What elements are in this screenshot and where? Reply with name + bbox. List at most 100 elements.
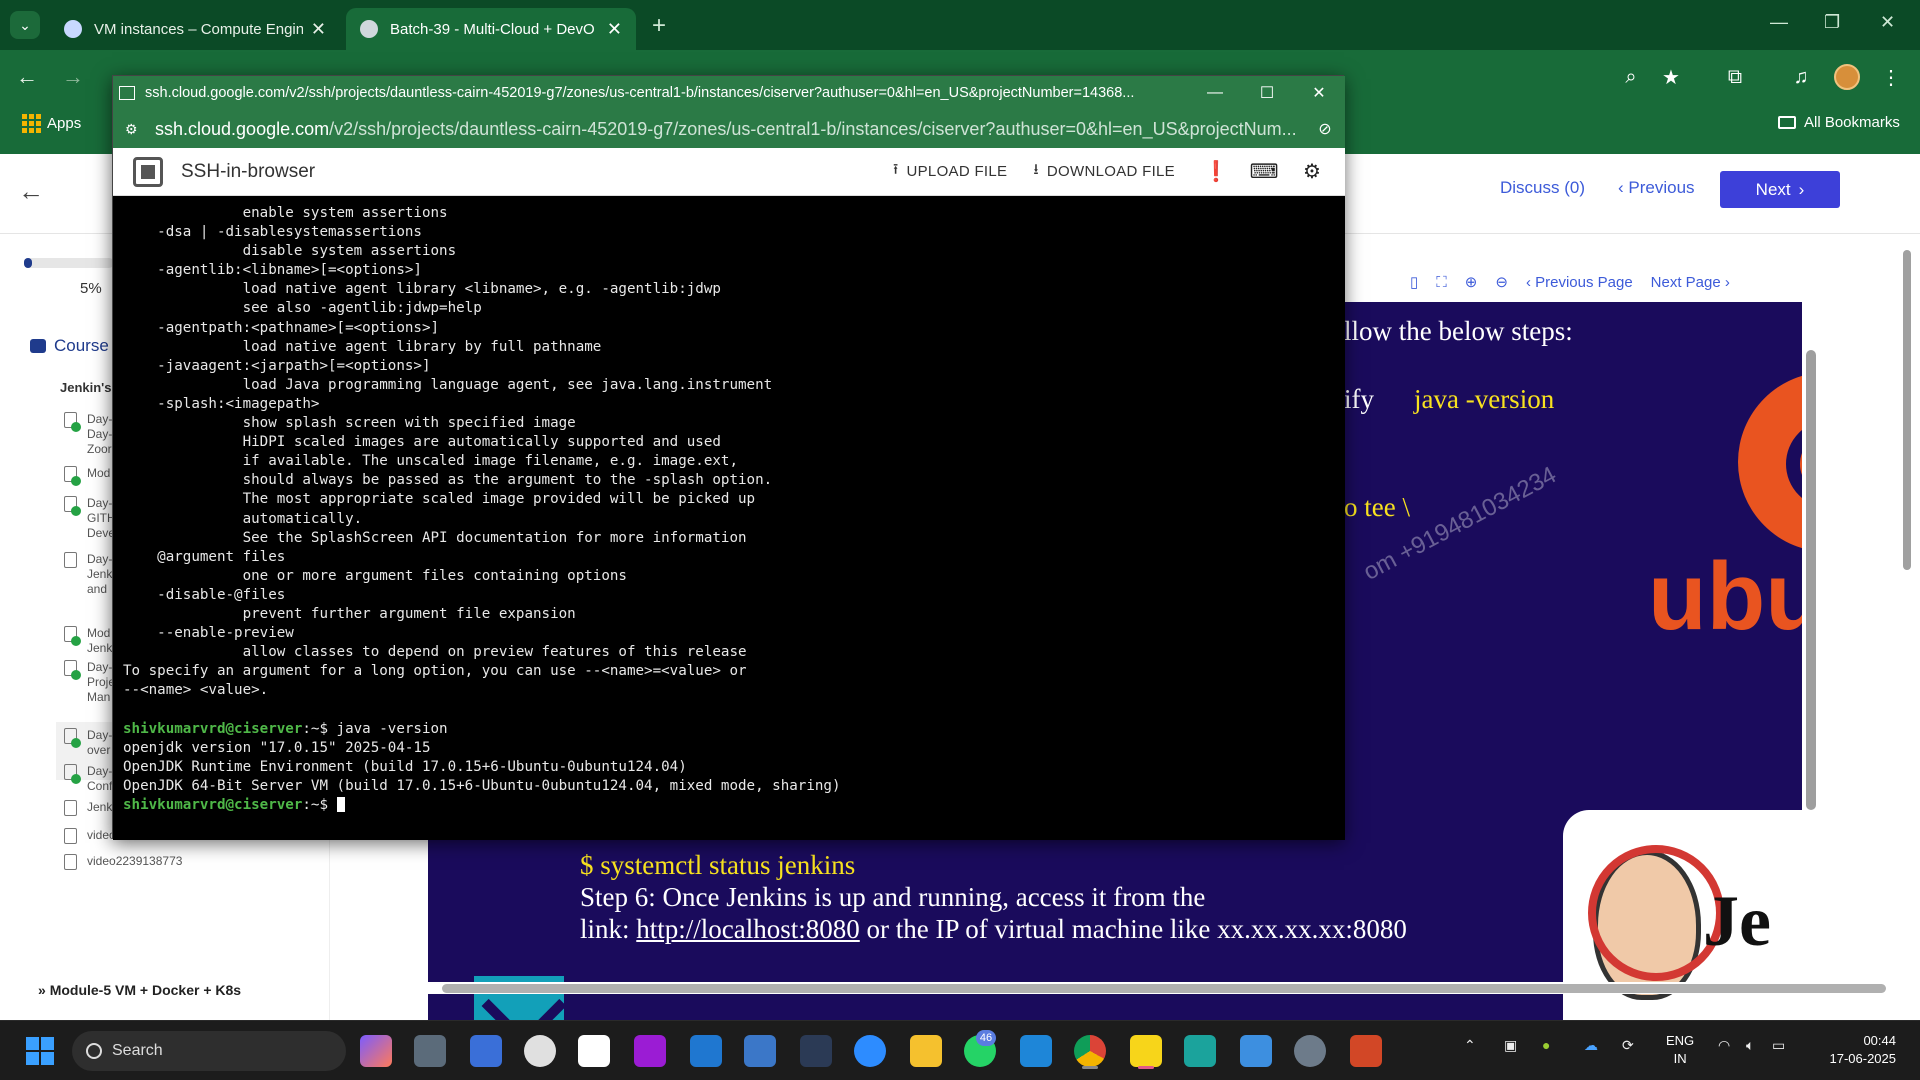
clock-icon[interactable] (524, 1035, 556, 1067)
tray-app-icon[interactable]: ▣ (1504, 1037, 1517, 1054)
tab-batch-39[interactable]: Batch-39 - Multi-Cloud + DevO ✕ (346, 8, 636, 50)
zoom-out-icon[interactable]: ⊖ (1495, 273, 1508, 291)
virtualbox-icon[interactable] (800, 1035, 832, 1067)
shell-prompt: shivkumarvrd@ciserver (123, 720, 303, 737)
lesson-item[interactable]: Mod Jenk (64, 626, 112, 656)
language-indicator[interactable]: ENG IN (1666, 1032, 1694, 1068)
ssh-address-bar[interactable]: ⚙ ssh.cloud.google.com/v2/ssh/projects/d… (113, 110, 1345, 148)
onedrive-icon[interactable]: ☁ (1584, 1037, 1598, 1054)
tray-status-icon[interactable]: ● (1542, 1037, 1550, 1053)
vscode-icon[interactable] (1020, 1035, 1052, 1067)
lesson-item[interactable]: Day-over (64, 728, 112, 758)
intellij-icon[interactable] (634, 1035, 666, 1067)
all-bookmarks-label: All Bookmarks (1804, 114, 1900, 131)
windows-start-icon[interactable] (26, 1037, 54, 1065)
terminal-line-text: prevent further argument file expansion (123, 605, 576, 622)
terminal-output[interactable]: enable system assertions -dsa | -disable… (113, 196, 1345, 840)
slide-vertical-scrollbar[interactable] (1806, 350, 1816, 810)
terminal-line-text: OpenJDK Runtime Environment (build 17.0.… (123, 758, 687, 775)
page-vertical-scrollbar[interactable] (1900, 250, 1914, 970)
previous-button[interactable]: ‹ Previous (1618, 178, 1695, 198)
cast-off-icon[interactable]: ⊘ (1305, 119, 1345, 139)
back-arrow-icon[interactable]: ← (18, 176, 44, 207)
next-page-label: Next Page (1650, 273, 1721, 291)
menu-kebab-icon[interactable]: ⋮ (1876, 62, 1906, 92)
settings-gear-icon[interactable]: ⚙ (1297, 157, 1327, 187)
sticky-notes-icon[interactable] (1130, 1035, 1162, 1067)
tab-course[interactable]: Course (30, 336, 109, 356)
bookmark-icon[interactable]: ▯ (1410, 273, 1418, 291)
terminal-line: openjdk version "17.0.15" 2025-04-15 (123, 739, 1335, 758)
maximize-icon[interactable]: ☐ (1241, 83, 1293, 103)
chrome-icon[interactable] (1074, 1035, 1106, 1067)
powerpoint-icon[interactable] (1350, 1035, 1382, 1067)
minimize-icon[interactable]: — (1770, 12, 1788, 33)
calculator-icon[interactable] (414, 1035, 446, 1067)
forward-icon[interactable]: → (62, 64, 84, 90)
lesson-item[interactable]: Day- GITH Deve (64, 496, 116, 541)
upload-file-button[interactable]: ⭱ UPLOAD FILE (893, 159, 1007, 184)
terminal-app-icon[interactable] (1184, 1035, 1216, 1067)
tab-vm-instances[interactable]: VM instances – Compute Engin ✕ (50, 8, 340, 50)
lesson-item[interactable]: Day- Proje Man (64, 660, 115, 705)
zoom-icon[interactable] (854, 1035, 886, 1067)
lesson-item[interactable]: Day- Day- Zoor (64, 412, 112, 457)
settings-icon[interactable] (1294, 1035, 1326, 1067)
feedback-icon[interactable]: ❗ (1201, 157, 1231, 187)
tab-search-dropdown-icon[interactable]: ⌄ (10, 11, 40, 39)
python-icon[interactable] (744, 1035, 776, 1067)
calendar-icon[interactable] (470, 1035, 502, 1067)
volume-icon[interactable]: 🔈︎ (1746, 1037, 1754, 1054)
battery-icon[interactable]: ▭ (1772, 1037, 1785, 1054)
zoom-in-icon[interactable]: ⊕ (1465, 273, 1478, 291)
keyboard-icon[interactable]: ⌨ (1249, 157, 1279, 187)
lesson-item[interactable]: video2239138773 (64, 854, 182, 870)
lesson-title-line: Zoor (87, 442, 112, 456)
close-icon[interactable]: ✕ (1293, 83, 1345, 103)
lesson-item[interactable]: Mod (64, 466, 110, 486)
previous-page-button[interactable]: ‹ Previous Page (1526, 274, 1633, 291)
next-page-button[interactable]: Next Page › (1651, 274, 1730, 291)
taskbar-search[interactable]: Search (72, 1031, 346, 1071)
back-icon[interactable]: ← (16, 64, 38, 90)
scroll-thumb[interactable] (1903, 250, 1911, 570)
extensions-icon[interactable]: ⧉ (1720, 62, 1750, 92)
profile-avatar[interactable] (1834, 64, 1860, 90)
snipping-tool-icon[interactable] (578, 1035, 610, 1067)
localhost-link[interactable]: http://localhost:8080 (636, 914, 860, 944)
terminal-line-text: disable system assertions (123, 243, 457, 260)
close-tab-icon[interactable]: ✕ (311, 19, 326, 40)
file-explorer-icon[interactable] (910, 1035, 942, 1067)
tray-chevron-icon[interactable]: ⌃ (1464, 1037, 1476, 1054)
jenkins-logo-card: Je (1563, 810, 1802, 1050)
download-file-button[interactable]: ⭳ DOWNLOAD FILE (1033, 159, 1175, 184)
restore-icon[interactable]: ❐ (1824, 12, 1840, 33)
copilot-icon[interactable] (360, 1035, 392, 1067)
terminal-line: load native agent library <libname>, e.g… (123, 280, 1335, 299)
module-5-heading[interactable]: » Module-5 VM + Docker + K8s (38, 982, 241, 998)
prime-video-icon[interactable] (690, 1035, 722, 1067)
sync-icon[interactable]: ⟳ (1622, 1037, 1634, 1054)
scroll-thumb[interactable] (442, 984, 1886, 993)
notepad-icon[interactable] (1240, 1035, 1272, 1067)
wifi-icon[interactable]: ◠ (1718, 1037, 1730, 1054)
discuss-link[interactable]: Discuss (0) (1500, 178, 1585, 198)
close-tab-icon[interactable]: ✕ (607, 19, 622, 40)
bookmark-star-icon[interactable]: ★ (1656, 62, 1686, 92)
media-icon[interactable]: ♫ (1786, 62, 1816, 92)
all-bookmarks[interactable]: All Bookmarks (1778, 114, 1900, 131)
site-info-icon[interactable]: ⚙ (125, 121, 143, 138)
terminal-line: disable system assertions (123, 242, 1335, 261)
new-tab-button[interactable]: + (652, 12, 666, 40)
bookmark-apps[interactable]: Apps (22, 114, 81, 133)
lesson-item[interactable]: Day- Jenk and (64, 552, 112, 597)
horizontal-scrollbar[interactable] (346, 982, 1886, 994)
zoom-icon[interactable]: ⌕ (1616, 62, 1646, 92)
next-button[interactable]: Next › (1720, 171, 1840, 208)
minimize-icon[interactable]: — (1189, 84, 1241, 102)
ssh-window-title: ssh.cloud.google.com/v2/ssh/projects/dau… (145, 85, 1135, 101)
close-window-icon[interactable]: ✕ (1880, 12, 1895, 33)
clock[interactable]: 00:44 17-06-2025 (1810, 1032, 1897, 1068)
fullscreen-icon[interactable]: ⛶ (1436, 274, 1447, 291)
document-icon (64, 660, 81, 680)
